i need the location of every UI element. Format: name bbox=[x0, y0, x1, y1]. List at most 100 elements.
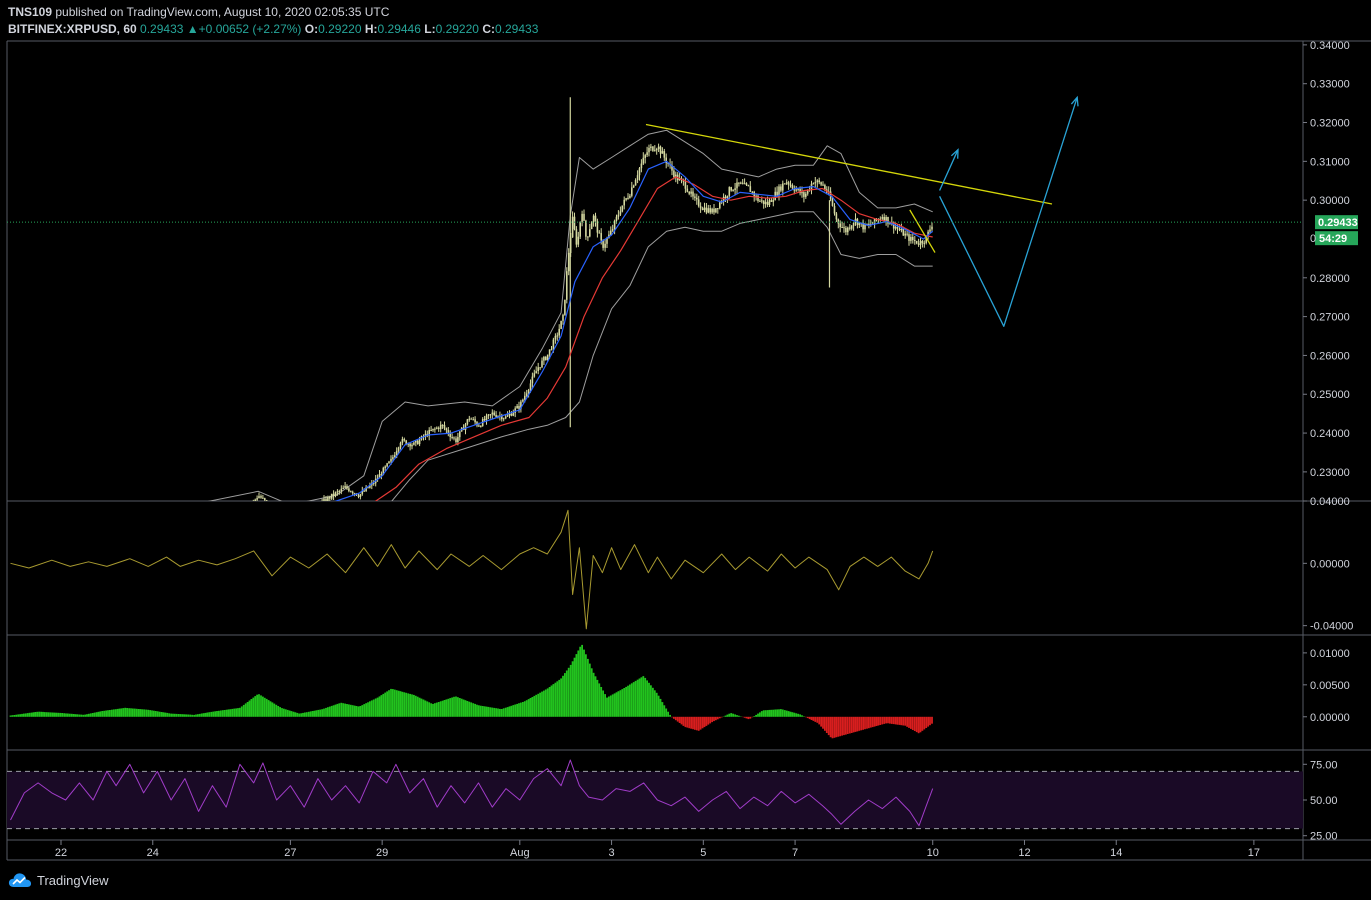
date-tick-1: 24 bbox=[147, 847, 159, 859]
candle-body bbox=[195, 520, 197, 523]
candle-body bbox=[336, 491, 339, 493]
candle-body bbox=[663, 151, 666, 158]
candle-body bbox=[276, 511, 278, 513]
candle-body bbox=[52, 518, 54, 519]
candle-body bbox=[222, 518, 224, 521]
candle-body bbox=[598, 232, 601, 234]
candle-body bbox=[734, 188, 736, 190]
candle-body bbox=[715, 208, 717, 213]
candle-body bbox=[600, 233, 602, 241]
candle-body bbox=[226, 516, 228, 521]
candle-body bbox=[42, 516, 44, 517]
candle-body bbox=[437, 427, 440, 429]
candle-body bbox=[910, 237, 912, 241]
candle-body bbox=[847, 227, 849, 233]
candle-body bbox=[56, 519, 58, 520]
osc-tick-1: 0.00000 bbox=[1310, 558, 1350, 570]
candle-body bbox=[334, 492, 337, 496]
candle-body bbox=[253, 501, 255, 505]
histogram-pane[interactable] bbox=[9, 644, 933, 739]
price-chart[interactable]: 0.29433 54:290 0.34000 0.33000 0.32000 0.310… bbox=[0, 0, 1371, 870]
candle-body bbox=[115, 518, 117, 520]
candle-body bbox=[409, 443, 411, 447]
footer-brand: TradingView bbox=[8, 872, 109, 888]
candle-body bbox=[123, 515, 125, 516]
candle-body bbox=[220, 521, 222, 522]
candle-body bbox=[312, 511, 314, 512]
candle-body bbox=[27, 517, 29, 518]
candle-body bbox=[61, 517, 63, 521]
candle-body bbox=[241, 515, 243, 518]
candle-body bbox=[176, 518, 178, 521]
candle-body bbox=[543, 357, 545, 361]
oscillator-pane[interactable] bbox=[10, 509, 934, 630]
candle-body bbox=[182, 518, 184, 521]
candle-body bbox=[214, 519, 216, 520]
candle-body bbox=[203, 518, 205, 521]
candle-body bbox=[157, 517, 159, 519]
candle-body bbox=[401, 439, 404, 443]
ema-fast-line bbox=[334, 160, 934, 501]
candle-body bbox=[65, 517, 67, 520]
candle-body bbox=[281, 511, 283, 514]
price-pane[interactable]: 0.29433 54:290 bbox=[7, 95, 1358, 526]
candle-body bbox=[19, 514, 21, 516]
candle-body bbox=[581, 213, 583, 222]
candle-body bbox=[522, 399, 524, 402]
candle-body bbox=[638, 168, 641, 176]
candle-body bbox=[797, 188, 799, 190]
hist-tick-2: 0.00000 bbox=[1310, 712, 1350, 724]
rsi-tick-2: 25.00 bbox=[1310, 831, 1338, 843]
candle-body bbox=[392, 457, 394, 459]
candle-body bbox=[502, 418, 505, 420]
candle-body bbox=[90, 518, 92, 519]
candle-body bbox=[803, 192, 805, 197]
candle-body bbox=[701, 208, 704, 210]
candle-body bbox=[552, 339, 555, 350]
candle-body bbox=[394, 455, 396, 458]
candle-body bbox=[787, 182, 790, 185]
candle-body bbox=[295, 515, 297, 517]
candle-body bbox=[789, 184, 792, 186]
last-price-badge-text: 0.29433 bbox=[1318, 217, 1358, 229]
candle-body bbox=[186, 517, 188, 519]
date-tick-8: 10 bbox=[927, 847, 939, 859]
candle-body bbox=[567, 252, 570, 272]
candle-body bbox=[489, 414, 492, 416]
candle-body bbox=[228, 516, 230, 518]
rsi-pane[interactable] bbox=[7, 759, 1303, 830]
candle-body bbox=[17, 514, 19, 515]
candle-body bbox=[816, 180, 819, 183]
candle-body bbox=[631, 187, 633, 196]
candle-body bbox=[539, 367, 541, 369]
candle-body bbox=[201, 518, 203, 519]
candle-body bbox=[98, 520, 100, 521]
candle-body bbox=[707, 208, 710, 213]
candle-body bbox=[898, 228, 901, 231]
hist-tick-1: 0.00500 bbox=[1310, 680, 1350, 692]
candle-body bbox=[399, 442, 402, 448]
candle-body bbox=[881, 217, 884, 219]
candle-body bbox=[107, 519, 109, 520]
price-tick-3: 0.31000 bbox=[1310, 156, 1350, 168]
candle-body bbox=[524, 395, 526, 400]
candle-body bbox=[197, 519, 199, 522]
candle-body bbox=[58, 516, 60, 519]
price-tick-4: 0.30000 bbox=[1310, 195, 1350, 207]
candle-body bbox=[411, 444, 413, 447]
candle-body bbox=[579, 221, 581, 237]
candle-body bbox=[696, 197, 698, 200]
price-tick-1: 0.33000 bbox=[1310, 79, 1350, 91]
candle-body bbox=[264, 498, 266, 501]
candle-body bbox=[541, 360, 543, 368]
candle-body bbox=[302, 510, 304, 514]
candle-body bbox=[466, 419, 469, 425]
candle-body bbox=[134, 515, 136, 520]
candle-body bbox=[230, 518, 232, 519]
candle-body bbox=[38, 515, 40, 519]
candle-body bbox=[351, 491, 354, 494]
candle-body bbox=[132, 517, 134, 519]
candle-body bbox=[193, 519, 195, 520]
footer-brand-name: TradingView bbox=[37, 872, 109, 888]
candle-body bbox=[84, 516, 86, 520]
